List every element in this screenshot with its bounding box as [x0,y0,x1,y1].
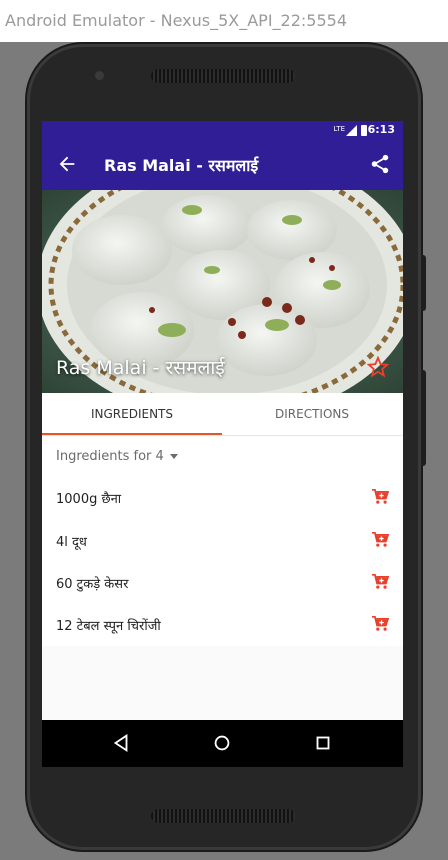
square-recents-icon[interactable] [312,732,334,754]
recipe-image: Ras Malai - रसमलाई [42,190,403,393]
add-shopping-cart-icon[interactable] [371,574,389,590]
arrow-back-icon[interactable] [56,153,78,175]
app-toolbar: Ras Malai - रसमलाई [42,140,403,190]
ingredient-row: 60 टुकड़े केसर [42,563,403,605]
tab-ingredients[interactable]: INGREDIENTS [42,393,222,435]
ingredient-row: 12 टेबल स्पून चिरोंजी [42,605,403,647]
ingredient-text: 12 टेबल स्पून चिरोंजी [56,619,161,634]
ingredient-row: 4l दूध [42,521,403,563]
system-nav-bar [42,720,403,767]
ingredient-text: 60 टुकड़े केसर [56,577,129,592]
tab-directions[interactable]: DIRECTIONS [222,393,402,435]
bottom-speaker [151,809,295,823]
status-bar: LTE 6:13 [42,121,403,140]
device-screen: LTE 6:13 Ras Malai - रसमलाई Ras Malai - … [42,121,403,767]
serving-label: Ingredients for 4 [56,449,164,464]
add-shopping-cart-icon[interactable] [371,532,389,548]
signal-icon [346,125,357,136]
triangle-back-icon[interactable] [110,732,132,754]
emulator-window-title: Android Emulator - Nexus_5X_API_22:5554 [0,0,448,42]
top-speaker [151,69,295,83]
battery-icon [361,125,367,136]
volume-button[interactable] [421,370,426,466]
status-time: 6:13 [367,123,395,136]
ingredient-text: 1000g छैना [56,492,122,507]
share-icon[interactable] [369,153,391,175]
power-button[interactable] [421,255,426,311]
circle-home-icon[interactable] [211,732,233,754]
recipe-tabs: INGREDIENTS DIRECTIONS [42,393,403,436]
ingredients-panel: Ingredients for 4 1000g छैना 4l दूध 60 ट… [42,436,403,646]
add-shopping-cart-icon[interactable] [371,616,389,632]
network-type: LTE [333,125,345,133]
recipe-caption: Ras Malai - रसमलाई [56,357,225,379]
front-camera [95,71,104,80]
tab-indicator [42,433,222,435]
ingredient-text: 4l दूध [56,535,87,550]
dropdown-caret-icon [169,454,178,459]
toolbar-title: Ras Malai - रसमलाई [104,156,259,175]
add-shopping-cart-icon[interactable] [371,489,389,505]
ingredient-row: 1000g छैना [42,478,403,520]
star-outline-icon[interactable] [367,356,389,378]
serving-dropdown[interactable]: Ingredients for 4 [56,449,178,464]
